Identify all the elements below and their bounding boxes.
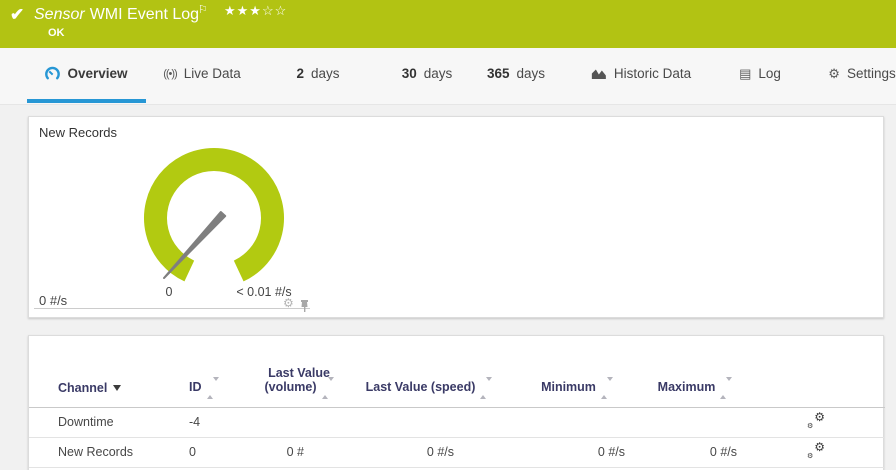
column-label: Last Value (speed)	[365, 380, 476, 394]
gauge-settings-gear-icon[interactable]: ⚙	[283, 296, 294, 310]
favorite-flag-icon[interactable]: ⚐	[198, 3, 208, 16]
tab-overview[interactable]: Overview	[44, 48, 128, 99]
cell-maximum: 0 #/s	[645, 437, 745, 468]
area-chart-icon	[591, 67, 607, 80]
sort-icon	[206, 376, 219, 399]
cell-actions: ⚙ ⚙	[745, 437, 885, 468]
channel-settings-gears-icon[interactable]: ⚙ ⚙	[807, 440, 825, 460]
cell-minimum	[509, 407, 645, 438]
tab-label: Live Data	[183, 66, 241, 81]
sort-icon	[480, 376, 493, 399]
table-row: Downtime -4 ⚙ ⚙	[29, 407, 885, 438]
gauge-ring	[144, 147, 284, 282]
tab-number: 30	[401, 66, 417, 81]
channel-table-panel: Channel ID Last Value (volume) Last Valu…	[28, 335, 885, 470]
tab-number: 365	[486, 66, 510, 81]
tab-365-days[interactable]: 365 days	[487, 48, 545, 99]
gauge-scale-start: 0	[165, 285, 173, 299]
cell-minimum: 0 #/s	[509, 437, 645, 468]
cell-last-value-speed	[349, 407, 509, 438]
column-label: Channel	[58, 380, 108, 395]
cell-last-value-volume	[249, 407, 349, 438]
tab-settings[interactable]: ⚙ Settings	[828, 48, 895, 99]
tab-label: days	[516, 66, 546, 81]
page-title: Sensor WMI Event Log	[34, 6, 199, 24]
cell-last-value-volume: 0 #	[249, 437, 349, 468]
log-list-icon: ▤	[739, 65, 752, 81]
tab-historic-data[interactable]: Historic Data	[591, 48, 691, 99]
channel-settings-gears-icon[interactable]: ⚙ ⚙	[807, 410, 825, 430]
tab-live-data[interactable]: ((•)) Live Data	[163, 48, 241, 99]
broadcast-icon: ((•))	[163, 67, 177, 80]
active-tab-underline	[27, 99, 146, 103]
table-row: New Records 0 0 # 0 #/s 0 #/s 0 #/s ⚙ ⚙	[29, 437, 885, 468]
tab-label: Historic Data	[613, 66, 692, 81]
column-header-minimum[interactable]: Minimum	[509, 336, 645, 408]
tab-label: Log	[758, 66, 781, 81]
tab-number: 2	[296, 66, 304, 81]
column-header-actions	[745, 336, 885, 408]
column-header-maximum[interactable]: Maximum	[645, 336, 745, 408]
gauge-icon	[44, 66, 60, 82]
sensor-header: ✔ Sensor WMI Event Log ⚐ ★★★☆☆ OK	[0, 0, 896, 48]
status-check-icon: ✔	[10, 5, 25, 24]
sort-desc-icon	[113, 385, 122, 392]
tab-2-days[interactable]: 2 days	[296, 48, 339, 99]
gauge-current-value: 0 #/s	[39, 293, 68, 308]
cell-id: 0	[189, 437, 249, 468]
cell-id: -4	[189, 407, 249, 438]
cell-last-value-speed: 0 #/s	[349, 437, 509, 468]
sort-icon	[720, 376, 733, 399]
cell-maximum	[645, 407, 745, 438]
gauge-panel: New Records 0 < 0.01 #/s 0 #/s ⚙	[28, 116, 884, 318]
gauge-chart	[144, 147, 284, 282]
column-header-id[interactable]: ID	[189, 336, 249, 408]
column-header-channel[interactable]: Channel	[29, 336, 189, 408]
cell-channel: Downtime	[29, 407, 189, 438]
tab-label: Overview	[67, 66, 128, 81]
column-label: Minimum	[541, 380, 596, 394]
cell-channel: New Records	[29, 437, 189, 468]
gauge-pin-icon[interactable]	[300, 299, 309, 317]
sort-icon	[600, 376, 613, 399]
column-label: Last Value (volume)	[264, 366, 330, 394]
priority-stars[interactable]: ★★★☆☆	[224, 3, 287, 19]
tab-bar: Overview ((•)) Live Data 2 days 30 days …	[0, 48, 896, 105]
status-badge: OK	[48, 27, 65, 39]
sensor-name: WMI Event Log	[89, 6, 200, 23]
table-header-row: Channel ID Last Value (volume) Last Valu…	[29, 336, 885, 408]
title-prefix: Sensor	[34, 6, 85, 23]
tab-label: days	[310, 66, 340, 81]
column-header-last-value-volume[interactable]: Last Value (volume)	[249, 336, 349, 408]
gauge-title: New Records	[39, 125, 118, 140]
tab-log[interactable]: ▤ Log	[739, 48, 781, 99]
gauge-divider	[34, 308, 310, 309]
tab-label: days	[423, 66, 453, 81]
cell-actions: ⚙ ⚙	[745, 407, 885, 438]
channel-table: Channel ID Last Value (volume) Last Valu…	[29, 336, 885, 468]
tab-label: Settings	[846, 66, 896, 81]
tab-30-days[interactable]: 30 days	[402, 48, 453, 99]
column-header-last-value-speed[interactable]: Last Value (speed)	[349, 336, 509, 408]
sensor-page: ✔ Sensor WMI Event Log ⚐ ★★★☆☆ OK Overvie…	[0, 0, 896, 470]
gear-icon: ⚙	[828, 65, 840, 81]
sort-icon	[321, 376, 334, 399]
column-label: Maximum	[657, 380, 716, 394]
column-label: ID	[189, 380, 202, 394]
